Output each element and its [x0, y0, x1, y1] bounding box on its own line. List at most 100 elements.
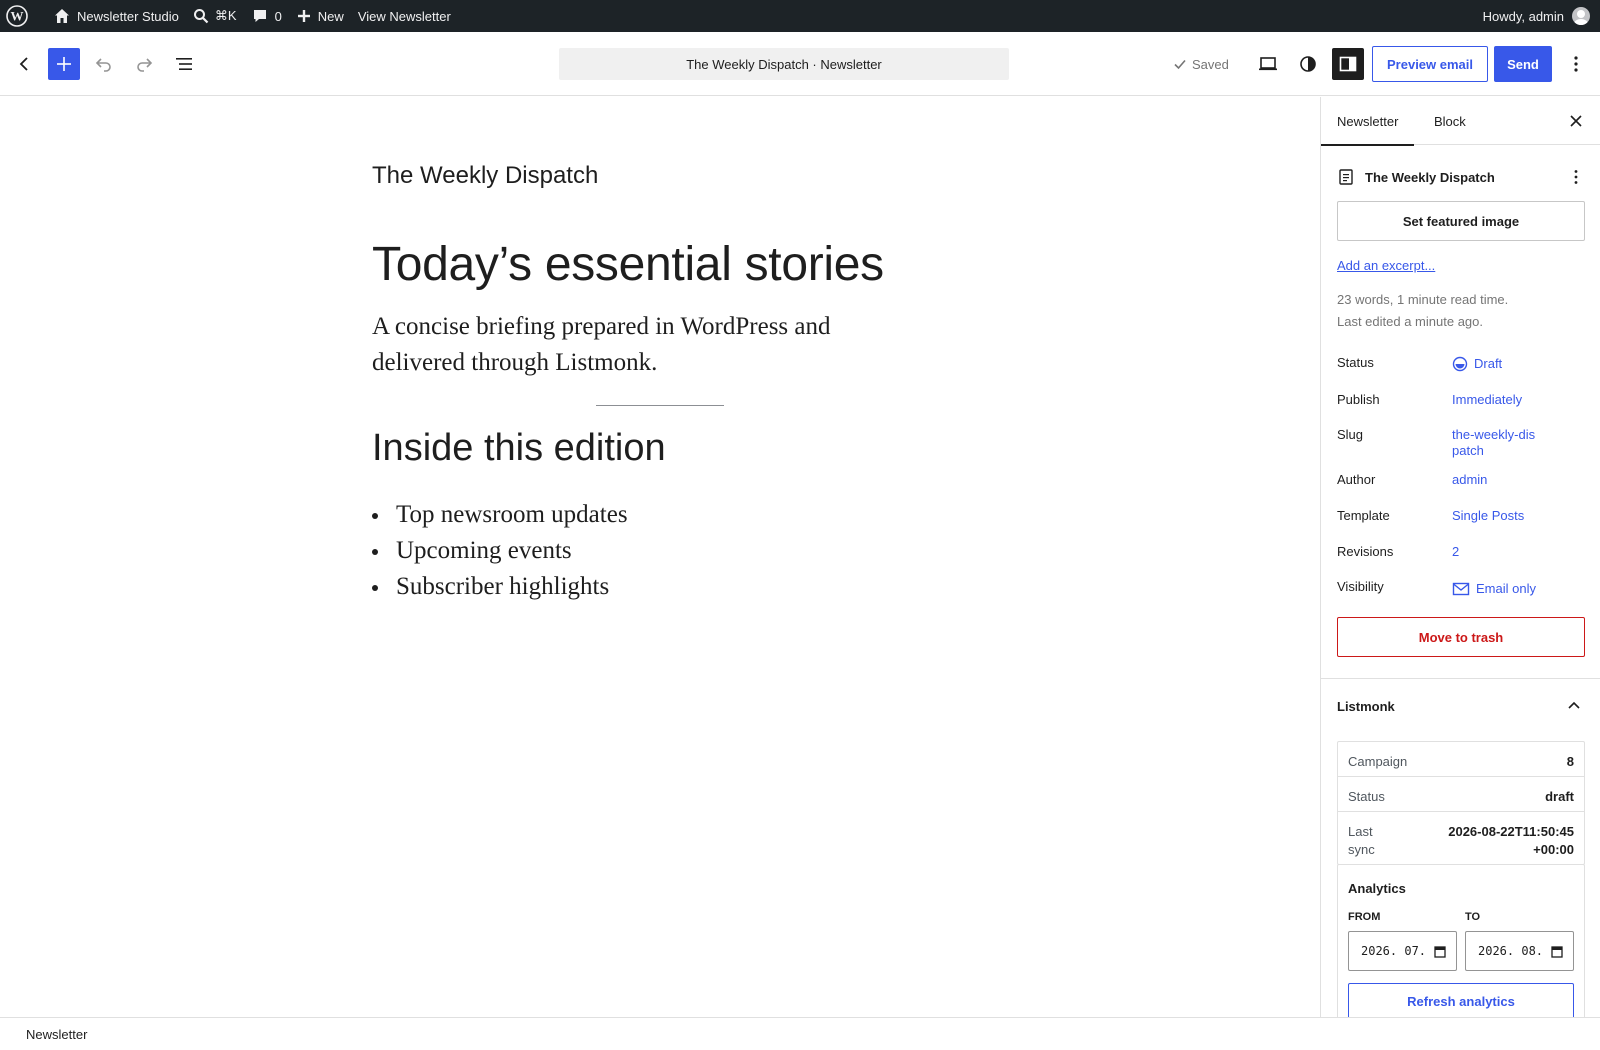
analytics-title: Analytics	[1348, 881, 1406, 896]
table-row: Status draft	[1338, 777, 1584, 812]
tab-newsletter[interactable]: Newsletter	[1321, 97, 1415, 146]
template-value[interactable]: Single Posts	[1452, 508, 1562, 524]
document-overview-button[interactable]	[168, 48, 200, 80]
list-view-icon	[176, 58, 192, 70]
slug-value[interactable]: the-weekly-dispatch	[1452, 427, 1542, 459]
document-title-bar[interactable]: The Weekly Dispatch · Newsletter	[559, 48, 1009, 80]
editor-header: The Weekly Dispatch · Newsletter Saved P…	[0, 32, 1600, 96]
preview-email-button[interactable]: Preview email	[1372, 46, 1488, 82]
send-label: Send	[1507, 56, 1539, 72]
featured-image-label: Set featured image	[1402, 213, 1520, 229]
admin-bar: W Newsletter Studio ⌘K 0 New View Newsle…	[0, 0, 1600, 32]
avatar	[1572, 7, 1590, 25]
visibility-text: Email only	[1476, 581, 1536, 596]
last-edited: Last edited a minute ago.	[1337, 314, 1483, 329]
plus-icon	[57, 57, 71, 71]
refresh-analytics-label: Refresh analytics	[1407, 993, 1515, 1009]
back-button[interactable]	[8, 48, 40, 80]
status-label: Status	[1337, 355, 1374, 370]
listmonk-status-label: Status	[1348, 789, 1385, 804]
plus-icon	[297, 10, 310, 22]
account-menu[interactable]: Howdy, admin	[1483, 7, 1600, 25]
sidebar-tabs: Newsletter Block	[1321, 97, 1600, 146]
author-label: Author	[1337, 472, 1376, 487]
listmonk-panel-header[interactable]: Listmonk	[1321, 683, 1600, 731]
set-featured-image-button[interactable]: Set featured image	[1337, 201, 1585, 241]
slug-label: Slug	[1337, 427, 1364, 442]
envelope-icon	[1452, 582, 1470, 596]
to-label: TO	[1465, 911, 1481, 923]
editor-canvas: The Weekly Dispatch Today’s essential st…	[0, 97, 1320, 1017]
listmonk-title: Listmonk	[1337, 699, 1395, 714]
command-search[interactable]: ⌘K	[186, 0, 244, 32]
send-button[interactable]: Send	[1494, 46, 1552, 82]
refresh-analytics-button[interactable]: Refresh analytics	[1348, 983, 1574, 1017]
redo-button[interactable]	[128, 48, 160, 80]
tab-block[interactable]: Block	[1434, 97, 1466, 145]
svg-text:W: W	[11, 9, 24, 24]
block-inserter-button[interactable]	[48, 48, 80, 80]
undo-button[interactable]	[88, 48, 120, 80]
breadcrumb-item[interactable]: Newsletter	[26, 1027, 87, 1042]
more-vertical-icon[interactable]	[1567, 168, 1585, 186]
comments-link[interactable]: 0	[244, 0, 289, 32]
list-item[interactable]: Upcoming events	[372, 533, 628, 569]
close-icon	[1570, 115, 1582, 127]
howdy-label: Howdy, admin	[1482, 8, 1564, 24]
settings-toggle-button[interactable]	[1332, 48, 1364, 80]
from-date-value: 2026. 07.	[1361, 944, 1427, 958]
add-excerpt-link[interactable]: Add an excerpt...	[1337, 258, 1435, 273]
device-preview-button[interactable]	[1252, 48, 1284, 80]
wordpress-logo-icon[interactable]: W	[0, 0, 46, 32]
separator-block[interactable]	[596, 405, 724, 406]
new-content-link[interactable]: New	[289, 0, 351, 32]
site-name: Newsletter Studio	[77, 8, 179, 24]
revisions-label: Revisions	[1337, 544, 1394, 559]
check-icon	[1174, 59, 1186, 70]
saved-status: Saved	[1172, 48, 1229, 80]
close-sidebar-button[interactable]	[1564, 109, 1588, 133]
options-button[interactable]	[1560, 48, 1592, 80]
analytics-panel: Analytics FROM TO 2026. 07. 2026. 08. Re…	[1337, 864, 1585, 1017]
new-label: New	[317, 8, 344, 24]
post-title: The Weekly Dispatch	[1365, 169, 1495, 185]
calendar-icon[interactable]	[1551, 945, 1563, 958]
sidebar-icon	[1339, 56, 1357, 72]
from-date-input[interactable]: 2026. 07.	[1348, 931, 1457, 971]
author-value[interactable]: admin	[1452, 472, 1562, 488]
revisions-value[interactable]: 2	[1452, 544, 1562, 560]
home-icon	[55, 9, 69, 23]
status-value[interactable]: Draft	[1452, 356, 1562, 372]
publish-value[interactable]: Immediately	[1452, 392, 1562, 408]
paragraph-block[interactable]: A concise briefing prepared in WordPress…	[372, 309, 892, 381]
status-text: Draft	[1474, 356, 1503, 371]
calendar-icon[interactable]	[1434, 945, 1446, 958]
list-item[interactable]: Top newsroom updates	[372, 497, 628, 533]
last-sync-label: Last sync	[1348, 824, 1375, 857]
comments-count: 0	[274, 8, 282, 24]
saved-label: Saved	[1192, 56, 1229, 72]
move-to-trash-button[interactable]: Move to trash	[1337, 617, 1585, 657]
comment-icon	[253, 10, 266, 22]
table-row: Last sync 2026-08-22T11:50:45+00:00	[1338, 812, 1584, 864]
more-vertical-icon	[1574, 56, 1578, 72]
newsletter-title[interactable]: The Weekly Dispatch	[372, 162, 598, 190]
styles-button[interactable]	[1292, 48, 1324, 80]
chevron-left-icon	[19, 57, 28, 71]
search-icon	[193, 9, 209, 24]
to-date-input[interactable]: 2026. 08.	[1465, 931, 1574, 971]
search-shortcut: ⌘K	[214, 8, 237, 23]
heading-block[interactable]: Today’s essential stories	[372, 237, 884, 292]
list-item[interactable]: Subscriber highlights	[372, 569, 628, 605]
post-card: The Weekly Dispatch	[1337, 165, 1585, 189]
view-newsletter-link[interactable]: View Newsletter	[351, 0, 458, 32]
visibility-value[interactable]: Email only	[1452, 581, 1562, 597]
draft-status-icon	[1452, 356, 1468, 372]
list-block[interactable]: Top newsroom updates Upcoming events Sub…	[372, 497, 628, 605]
post-summary-panel: The Weekly Dispatch Set featured image A…	[1321, 145, 1600, 679]
template-label: Template	[1337, 508, 1390, 523]
listmonk-status-value: draft	[1545, 789, 1574, 804]
chevron-up-icon	[1568, 701, 1580, 709]
subheading-block[interactable]: Inside this edition	[372, 427, 666, 470]
site-name-link[interactable]: Newsletter Studio	[46, 0, 186, 32]
